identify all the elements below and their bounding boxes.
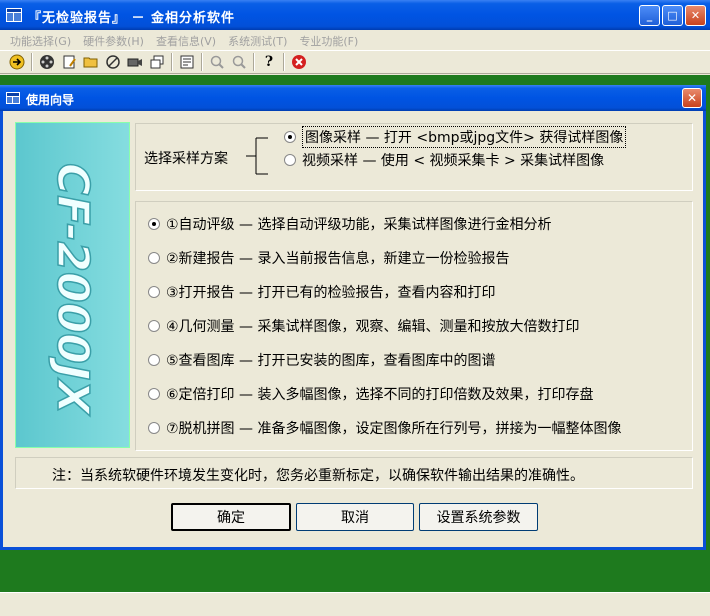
- function-options-group: ①自动评级 — 选择自动评级功能，采集试样图像进行金相分析 ②新建报告 — 录入…: [135, 201, 693, 451]
- scheme-option-label: 视频采样 — 使用 < 视频采集卡 > 采集试样图像: [302, 153, 605, 169]
- system-settings-button[interactable]: 设置系统参数: [419, 503, 538, 531]
- function-option-label: ②新建报告 — 录入当前报告信息，新建立一份检验报告: [166, 251, 510, 267]
- function-option-label: ③打开报告 — 打开已有的检验报告，查看内容和打印: [166, 285, 496, 301]
- bracket-connector: [246, 137, 268, 175]
- main-title-bar: 『无检验报告』 － 金相分析软件 _ □ ✕: [0, 0, 710, 30]
- ok-button[interactable]: 确定: [171, 503, 291, 531]
- film-reel-icon[interactable]: [36, 52, 58, 72]
- radio-button[interactable]: [148, 252, 160, 264]
- scheme-label: 选择采样方案: [144, 151, 228, 167]
- scheme-option-video[interactable]: 视频采样 — 使用 < 视频采集卡 > 采集试样图像: [284, 150, 604, 170]
- function-option-new-report[interactable]: ②新建报告 — 录入当前报告信息，新建立一份检验报告: [148, 248, 509, 268]
- menu-view-info[interactable]: 查看信息(V): [150, 30, 222, 50]
- scheme-option-image[interactable]: 图像采样 — 打开 <bmp或jpg文件> 获得试样图像: [284, 126, 627, 148]
- function-option-gallery[interactable]: ⑤查看图库 — 打开已安装的图库，查看图库中的图谱: [148, 350, 495, 370]
- radio-button[interactable]: [148, 218, 160, 230]
- menu-bar: 功能选择(G) 硬件参数(H) 查看信息(V) 系统测试(T) 专业功能(F): [0, 30, 710, 50]
- maximize-button[interactable]: □: [662, 5, 683, 26]
- copy-windows-icon[interactable]: [146, 52, 168, 72]
- no-entry-icon[interactable]: [102, 52, 124, 72]
- sampling-scheme-group: 选择采样方案 图像采样 — 打开 <bmp或jpg文件> 获得试样图像 视频采样…: [135, 123, 693, 191]
- toolbar: ?: [0, 50, 710, 74]
- note-box: 注：当系统软硬件环境发生变化时，您务必重新标定，以确保软件输出结果的准确性。: [15, 457, 693, 489]
- menu-hardware-params[interactable]: 硬件参数(H): [77, 30, 150, 50]
- cancel-button[interactable]: 取消: [296, 503, 414, 531]
- dialog-title: 使用向导: [26, 93, 75, 107]
- logo-text: CF-2000JX: [47, 163, 98, 416]
- toolbar-separator: [201, 53, 203, 71]
- radio-button[interactable]: [148, 422, 160, 434]
- video-camera-icon[interactable]: [124, 52, 146, 72]
- function-option-stitch[interactable]: ⑦脱机拼图 — 准备多幅图像，设定图像所在行列号，拼接为一幅整体图像: [148, 418, 621, 438]
- app-icon: [6, 8, 22, 22]
- toolbar-separator: [253, 53, 255, 71]
- close-red-icon[interactable]: [288, 52, 310, 72]
- minimize-button[interactable]: _: [639, 5, 660, 26]
- function-option-auto-grade[interactable]: ①自动评级 — 选择自动评级功能，采集试样图像进行金相分析: [148, 214, 551, 234]
- menu-pro-functions[interactable]: 专业功能(F): [293, 30, 364, 50]
- menu-system-test[interactable]: 系统测试(T): [222, 30, 293, 50]
- radio-button[interactable]: [148, 286, 160, 298]
- function-option-open-report[interactable]: ③打开报告 — 打开已有的检验报告，查看内容和打印: [148, 282, 495, 302]
- zoom-out-icon[interactable]: [228, 52, 250, 72]
- scheme-option-label: 图像采样 — 打开 <bmp或jpg文件> 获得试样图像: [302, 126, 627, 148]
- menu-function-select[interactable]: 功能选择(G): [4, 30, 77, 50]
- function-option-label: ⑥定倍打印 — 装入多幅图像，选择不同的打印倍数及效果，打印存盘: [166, 387, 594, 403]
- function-option-label: ⑦脱机拼图 — 准备多幅图像，设定图像所在行列号，拼接为一幅整体图像: [166, 421, 622, 437]
- open-folder-icon[interactable]: [80, 52, 102, 72]
- properties-icon[interactable]: [176, 52, 198, 72]
- function-option-scaled-print[interactable]: ⑥定倍打印 — 装入多幅图像，选择不同的打印倍数及效果，打印存盘: [148, 384, 593, 404]
- function-option-geometry[interactable]: ④几何测量 — 采集试样图像，观察、编辑、测量和按放大倍数打印: [148, 316, 579, 336]
- window-title: 『无检验报告』 － 金相分析软件: [28, 11, 236, 26]
- close-button[interactable]: ✕: [685, 5, 706, 26]
- help-icon[interactable]: ?: [258, 52, 280, 72]
- product-logo: CF-2000JX: [15, 122, 130, 448]
- note-text: 注：当系统软硬件环境发生变化时，您务必重新标定，以确保软件输出结果的准确性。: [52, 468, 584, 484]
- radio-button[interactable]: [284, 131, 296, 143]
- function-option-label: ①自动评级 — 选择自动评级功能，采集试样图像进行金相分析: [166, 217, 552, 233]
- zoom-in-icon[interactable]: [206, 52, 228, 72]
- dialog-title-bar: 使用向导 ✕: [0, 85, 706, 111]
- function-option-label: ⑤查看图库 — 打开已安装的图库，查看图库中的图谱: [166, 353, 496, 369]
- toolbar-separator: [31, 53, 33, 71]
- radio-button[interactable]: [284, 154, 296, 166]
- function-option-label: ④几何测量 — 采集试样图像，观察、编辑、测量和按放大倍数打印: [166, 319, 580, 335]
- dialog-close-button[interactable]: ✕: [682, 88, 702, 108]
- toolbar-separator: [283, 53, 285, 71]
- wizard-dialog: 使用向导 ✕ CF-2000JX 选择采样方案 图像采样 — 打开 <bmp或j…: [0, 85, 706, 550]
- toolbar-separator: [171, 53, 173, 71]
- dialog-icon: [6, 92, 20, 104]
- radio-button[interactable]: [148, 320, 160, 332]
- status-strip: [0, 592, 710, 616]
- edit-doc-icon[interactable]: [58, 52, 80, 72]
- radio-button[interactable]: [148, 354, 160, 366]
- arrow-right-icon[interactable]: [6, 52, 28, 72]
- radio-button[interactable]: [148, 388, 160, 400]
